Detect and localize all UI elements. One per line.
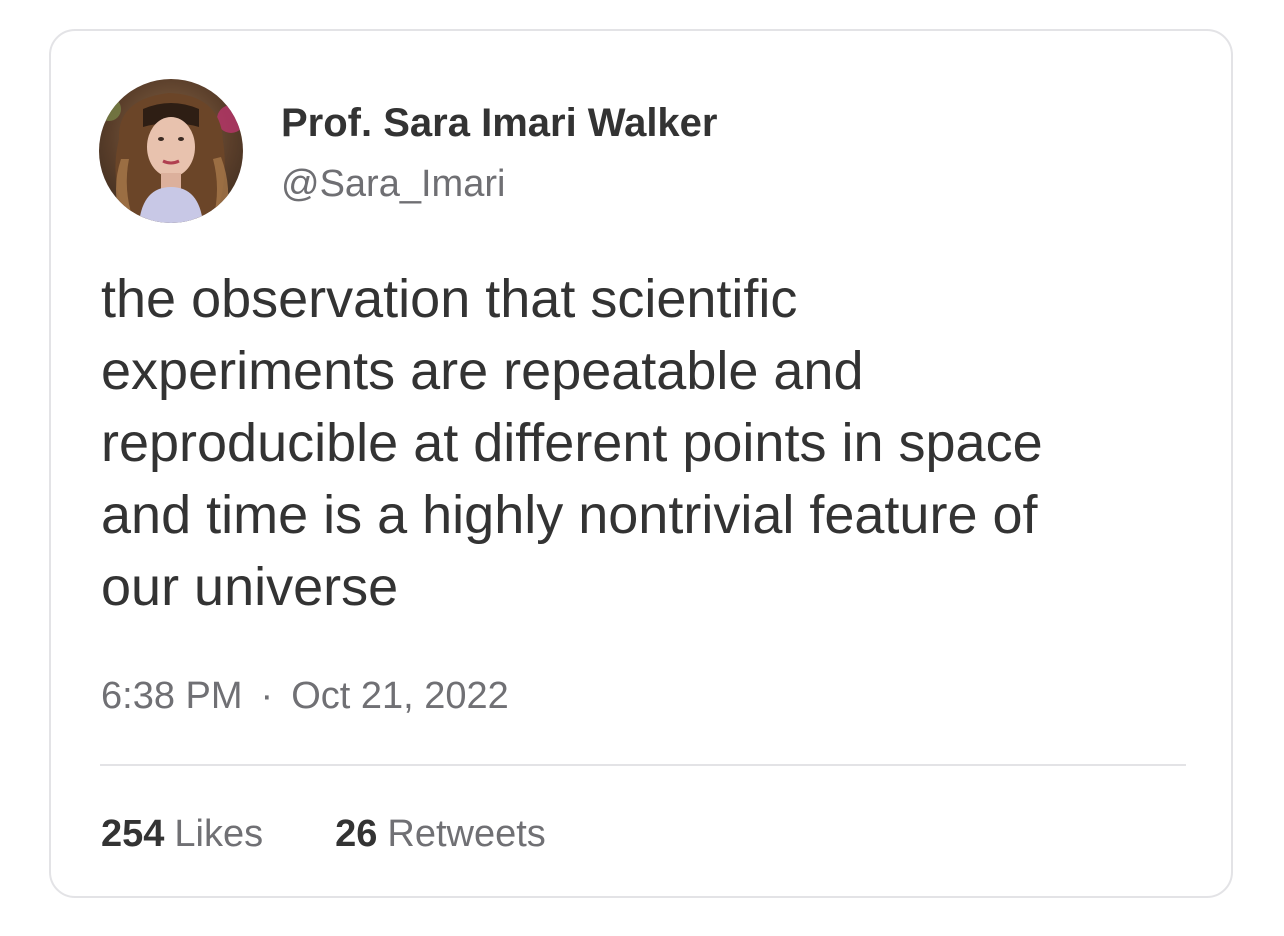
tweet-text-line: our universe <box>101 557 399 617</box>
tweet-text-line: and time is a highly nontrivial feature … <box>101 485 1038 545</box>
tweet-text: the observation that scientific experime… <box>101 263 1191 623</box>
tweet-date: Oct 21, 2022 <box>291 675 509 717</box>
tweet-time: 6:38 PM <box>101 675 243 717</box>
retweets-count: 26 <box>335 813 378 855</box>
author-display-name[interactable]: Prof. Sara Imari Walker <box>281 99 717 147</box>
profile-photo-avatar-icon <box>99 79 243 223</box>
divider <box>100 764 1186 766</box>
tweet-stats: 254 Likes 26 Retweets <box>101 811 546 857</box>
likes-stat[interactable]: 254 Likes <box>101 811 263 857</box>
tweet-card: Prof. Sara Imari Walker @Sara_Imari the … <box>49 29 1233 898</box>
retweets-stat[interactable]: 26 Retweets <box>335 811 546 857</box>
tweet-text-line: reproducible at different points in spac… <box>101 413 1043 473</box>
tweet-text-line: the observation that scientific <box>101 269 798 329</box>
separator-dot: · <box>260 675 274 717</box>
tweet-timestamp[interactable]: 6:38 PM · Oct 21, 2022 <box>101 673 509 719</box>
retweets-label: Retweets <box>387 813 546 855</box>
likes-label: Likes <box>174 813 264 855</box>
author-handle[interactable]: @Sara_Imari <box>281 161 505 207</box>
avatar[interactable] <box>99 79 243 223</box>
likes-count: 254 <box>101 813 165 855</box>
tweet-text-line: experiments are repeatable and <box>101 341 864 401</box>
